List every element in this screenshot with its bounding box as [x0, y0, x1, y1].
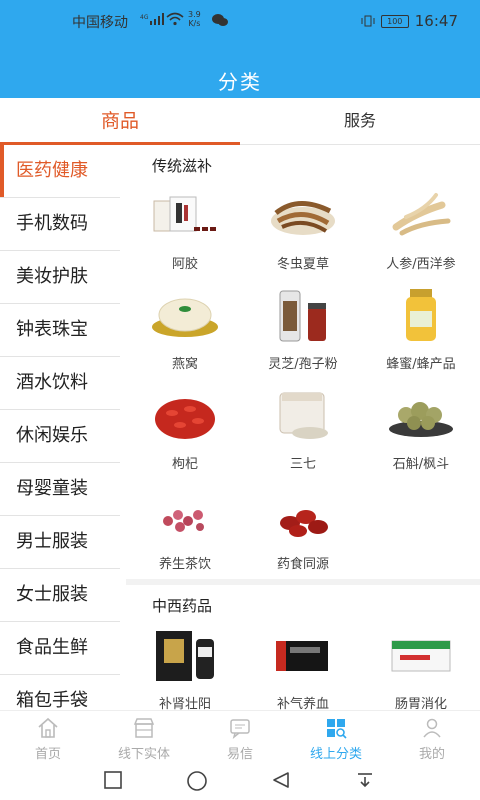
tab-bar: 商品 服务 [0, 98, 480, 145]
nav-label: 我的 [418, 747, 445, 762]
kidney-tonic-image [156, 631, 214, 681]
nav-mine[interactable]: 我的 [384, 715, 480, 763]
category-tile[interactable]: 蜂蜜/蜂产品 [362, 279, 480, 379]
nav-offline-store[interactable]: 线下实体 [96, 715, 192, 763]
nav-label: 线下实体 [117, 747, 170, 762]
sidebar-item-womenswear[interactable]: 女士服装 [0, 569, 120, 622]
sidebar-item-phone-digital[interactable]: 手机数码 [0, 198, 120, 251]
category-tile[interactable]: 三七 [244, 379, 362, 479]
nav-label: 线上分类 [309, 747, 362, 762]
category-tile[interactable]: 石斛/枫斗 [362, 379, 480, 479]
herbal-tea-image [163, 510, 204, 532]
nav-label: 首页 [34, 747, 61, 762]
category-sidebar: 医药健康 手机数码 美妆护肤 钟表珠宝 酒水饮料 休闲娱乐 母婴童装 男士服装 … [0, 145, 120, 710]
wifi-icon [166, 12, 184, 26]
tile-label: 药食同源 [276, 557, 329, 572]
section-title: 中西药品 [152, 597, 213, 615]
digestion-image [391, 640, 451, 672]
tile-label: 肠胃消化 [394, 697, 447, 710]
sidebar-item-leisure[interactable]: 休闲娱乐 [0, 410, 120, 463]
ginseng-image [392, 193, 451, 236]
sidebar-item-drinks[interactable]: 酒水饮料 [0, 357, 120, 410]
signal-icon: 4G [140, 13, 164, 25]
back-icon[interactable] [272, 771, 290, 789]
tile-label: 蜂蜜/蜂产品 [386, 357, 456, 372]
qi-blood-image [276, 641, 328, 671]
app-header: 中国移动 4G 3.9 K/s 100 16:47 分类 [0, 0, 480, 98]
nav-home[interactable]: 首页 [0, 715, 96, 763]
category-tile[interactable]: 冬虫夏草 [244, 179, 362, 279]
birds-nest-image [152, 298, 218, 337]
nav-label: 易信 [226, 747, 253, 762]
tile-label: 养生茶饮 [158, 557, 211, 572]
category-icon [327, 719, 347, 739]
notification-drawer-icon[interactable] [356, 771, 374, 789]
category-content: 传统滋补 阿胶 冬虫夏草 人参/西洋参 燕窝 灵芝/孢子粉 蜂蜜/蜂产品 枸杞 … [126, 145, 480, 710]
sidebar-item-bags[interactable]: 箱包手袋 [0, 675, 120, 710]
message-icon [230, 719, 250, 739]
net-type-label: 4G [140, 14, 149, 21]
home-circle-icon[interactable] [186, 770, 208, 792]
tile-label: 枸杞 [171, 457, 198, 472]
status-right: 100 16:47 [361, 12, 458, 30]
sidebar-item-medicine-health[interactable]: 医药健康 [0, 145, 120, 198]
recents-icon[interactable] [104, 771, 122, 789]
carrier-label: 中国移动 [72, 15, 128, 31]
clock: 16:47 [414, 12, 458, 30]
tile-label: 燕窝 [171, 357, 198, 372]
cordyceps-image [271, 201, 335, 235]
category-tile[interactable]: 补肾壮阳 [126, 619, 244, 710]
nav-online-category[interactable]: 线上分类 [288, 715, 384, 763]
category-tile[interactable]: 补气养血 [244, 619, 362, 710]
tile-label: 补肾壮阳 [158, 697, 211, 710]
battery-icon: 100 [380, 14, 409, 28]
category-tile[interactable]: 阿胶 [126, 179, 244, 279]
wechat-icon [212, 14, 228, 26]
category-tile[interactable]: 人参/西洋参 [362, 179, 480, 279]
tile-label: 灵芝/孢子粉 [268, 357, 338, 372]
category-tile[interactable]: 养生茶饮 [126, 479, 244, 579]
vibrate-icon [361, 15, 375, 27]
tab-goods[interactable]: 商品 [0, 98, 240, 145]
sidebar-item-beauty-skincare[interactable]: 美妆护肤 [0, 251, 120, 304]
store-icon [133, 718, 155, 738]
net-speed-value: 3.9 [188, 10, 201, 19]
lingzhi-image [279, 290, 326, 342]
sidebar-item-watch-jewelry[interactable]: 钟表珠宝 [0, 304, 120, 357]
jujube-image [280, 510, 328, 537]
category-tile[interactable]: 枸杞 [126, 379, 244, 479]
tile-label: 冬虫夏草 [276, 257, 329, 272]
sidebar-item-menswear[interactable]: 男士服装 [0, 516, 120, 569]
user-icon [423, 718, 441, 738]
net-speed: 3.9 K/s [188, 10, 201, 28]
sanqi-image [279, 392, 328, 439]
section-divider [126, 579, 480, 585]
dendrobium-image [389, 402, 453, 437]
tile-label: 三七 [289, 457, 316, 472]
category-tile[interactable]: 肠胃消化 [362, 619, 480, 710]
category-tile[interactable]: 燕窝 [126, 279, 244, 379]
tab-services[interactable]: 服务 [240, 98, 480, 144]
page-title: 分类 [218, 70, 262, 94]
system-nav-bar [0, 762, 480, 800]
home-icon [38, 717, 58, 738]
honey-image [406, 289, 436, 341]
ejiao-image [153, 196, 216, 232]
section-title: 传统滋补 [152, 157, 213, 175]
goji-image [155, 399, 215, 439]
status-bar: 中国移动 4G 3.9 K/s 100 16:47 [0, 0, 480, 40]
bottom-nav: 首页 线下实体 易信 线上分类 我的 [0, 710, 480, 763]
nav-messages[interactable]: 易信 [192, 715, 288, 763]
tile-label: 人参/西洋参 [386, 257, 456, 272]
net-speed-unit: K/s [188, 19, 201, 28]
tile-label: 石斛/枫斗 [392, 457, 450, 472]
sidebar-item-baby-kids[interactable]: 母婴童装 [0, 463, 120, 516]
tile-label: 补气养血 [276, 697, 329, 710]
sidebar-item-food-fresh[interactable]: 食品生鲜 [0, 622, 120, 675]
tile-label: 阿胶 [171, 257, 198, 272]
category-tile[interactable]: 灵芝/孢子粉 [244, 279, 362, 379]
category-tile[interactable]: 药食同源 [244, 479, 362, 579]
